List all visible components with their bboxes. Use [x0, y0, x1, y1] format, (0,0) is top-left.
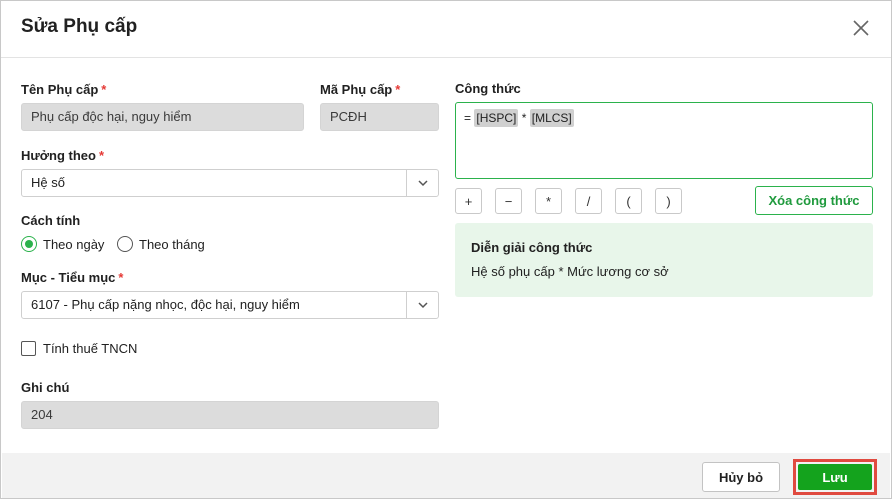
note-input[interactable]: 204	[21, 401, 439, 429]
cancel-button[interactable]: Hủy bỏ	[702, 462, 780, 492]
formula-token-hspc[interactable]: [HSPC]	[474, 109, 519, 127]
dropdown-toggle[interactable]	[406, 292, 438, 318]
close-icon	[853, 20, 869, 36]
calc-method-label: Cách tính	[21, 213, 81, 228]
op-minus-button[interactable]: −	[495, 188, 522, 214]
formula-label: Công thức	[455, 81, 521, 96]
note-label: Ghi chú	[21, 380, 70, 395]
close-button[interactable]	[849, 16, 873, 40]
op-open-paren-button[interactable]: (	[615, 188, 642, 214]
allowance-name-input[interactable]: Phụ cấp độc hại, nguy hiểm	[21, 103, 304, 131]
radio-by-month[interactable]: Theo tháng	[117, 236, 205, 252]
chevron-down-icon	[417, 180, 428, 187]
op-plus-button[interactable]: +	[455, 188, 482, 214]
formula-operator: *	[521, 111, 527, 125]
pit-checkbox[interactable]	[21, 341, 36, 356]
allowance-name-label: Tên Phụ cấp *	[21, 82, 107, 97]
dropdown-toggle[interactable]	[406, 170, 438, 196]
based-on-label: Hưởng theo *	[21, 148, 105, 163]
radio-by-day-indicator[interactable]	[21, 236, 37, 252]
budget-item-value: 6107 - Phụ cấp nặng nhọc, độc hại, nguy …	[31, 297, 300, 312]
save-button-highlight: Lưu	[793, 459, 877, 495]
header-divider	[1, 57, 891, 58]
based-on-value: Hệ số	[31, 175, 65, 190]
allowance-code-input[interactable]: PCĐH	[320, 103, 439, 131]
save-button[interactable]: Lưu	[798, 464, 872, 490]
dialog-title: Sửa Phụ cấp	[21, 16, 138, 37]
edit-allowance-dialog: Sửa Phụ cấp Tên Phụ cấp * Phụ cấp độc hại…	[0, 0, 892, 499]
budget-item-label: Mục - Tiểu mục *	[21, 270, 124, 285]
pit-checkbox-row[interactable]: Tính thuế TNCN	[21, 341, 137, 356]
op-multiply-button[interactable]: *	[535, 188, 562, 214]
radio-by-day[interactable]: Theo ngày	[21, 236, 104, 252]
op-close-paren-button[interactable]: )	[655, 188, 682, 214]
explanation-text: Hệ số phụ cấp * Mức lương cơ sở	[471, 264, 669, 279]
based-on-select[interactable]: Hệ số	[21, 169, 439, 197]
formula-prefix: =	[464, 111, 472, 125]
formula-explanation-panel: Diễn giải công thức Hệ số phụ cấp * Mức …	[455, 223, 873, 297]
chevron-down-icon	[417, 302, 428, 309]
op-divide-button[interactable]: /	[575, 188, 602, 214]
radio-by-day-label: Theo ngày	[43, 236, 105, 252]
pit-label: Tính thuế TNCN	[43, 341, 138, 356]
clear-formula-button[interactable]: Xóa công thức	[755, 186, 873, 215]
radio-by-month-label: Theo tháng	[139, 236, 205, 252]
formula-token-mlcs[interactable]: [MLCS]	[529, 109, 574, 127]
formula-editor[interactable]: = [HSPC] * [MLCS]	[455, 102, 873, 179]
explanation-title: Diễn giải công thức	[471, 240, 593, 255]
radio-by-month-indicator[interactable]	[117, 236, 133, 252]
budget-item-select[interactable]: 6107 - Phụ cấp nặng nhọc, độc hại, nguy …	[21, 291, 439, 319]
allowance-code-label: Mã Phụ cấp *	[320, 82, 401, 97]
